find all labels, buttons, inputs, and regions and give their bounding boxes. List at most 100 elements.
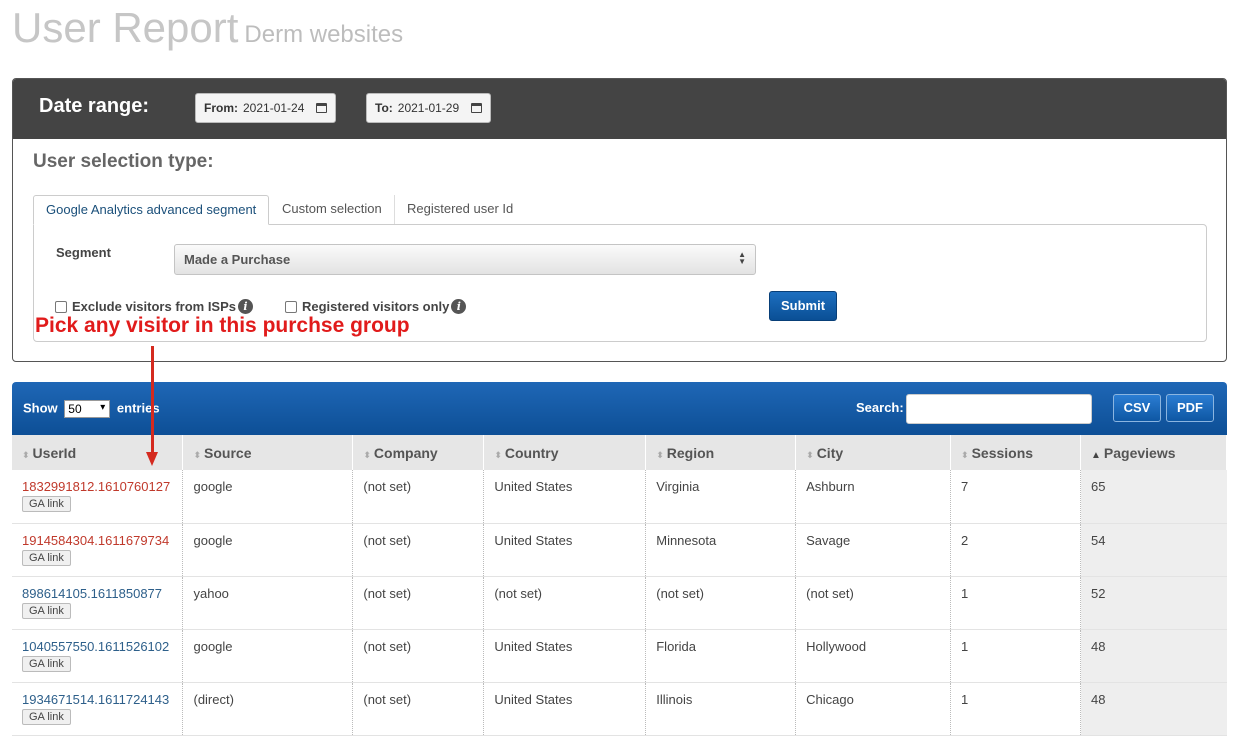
column-header-label: Region [666, 444, 715, 461]
column-header-source[interactable]: ⬍ Source [182, 435, 354, 470]
annotation-arrow-head-icon [146, 452, 158, 466]
cell-country: United States [483, 682, 647, 736]
column-header-region[interactable]: ⬍ Region [645, 435, 797, 470]
table-row: 1832991812.1610760127 GA link google (not… [12, 470, 1227, 524]
show-label: Show [23, 400, 58, 416]
pdf-export-button[interactable]: PDF [1166, 394, 1214, 422]
segment-select-value: Made a Purchase [184, 252, 291, 267]
table-row: 1914584304.1611679734 GA link google (not… [12, 523, 1227, 577]
user-selection-heading: User selection type: [33, 151, 214, 172]
cell-region: Virginia [645, 470, 797, 524]
cell-city: Savage [795, 523, 952, 577]
exclude-isps-label: Exclude visitors from ISPs [72, 299, 237, 314]
column-header-pageviews[interactable]: ▲ Pageviews [1080, 435, 1227, 470]
to-date-field[interactable]: To: 2021-01-29 [366, 93, 492, 123]
sort-icon: ⬍ [494, 449, 502, 460]
cell-company: (not set) [352, 682, 485, 736]
calendar-icon[interactable] [471, 103, 483, 113]
cell-userid: 1914584304.1611679734 GA link [12, 523, 184, 577]
cell-pageviews: 65 [1080, 470, 1227, 524]
cell-country: (not set) [483, 576, 647, 630]
table-row: 898614105.1611850877 GA link yahoo (not s… [12, 576, 1227, 630]
column-header-country[interactable]: ⬍ Country [483, 435, 647, 470]
cell-source: google [182, 629, 354, 683]
cell-company: (not set) [352, 470, 485, 524]
from-date-value: 2021-01-24 [243, 101, 305, 115]
sort-icon: ⬍ [363, 449, 371, 460]
tab-custom-selection[interactable]: Custom selection [270, 195, 394, 225]
cell-city: Ashburn [795, 470, 952, 524]
cell-region: (not set) [645, 576, 797, 630]
date-range-label: Date range: [39, 95, 150, 117]
column-header-label: Sessions [971, 444, 1034, 461]
from-date-label: From: [204, 101, 238, 115]
column-header-company[interactable]: ⬍ Company [352, 435, 485, 470]
to-date-label: To: [375, 101, 393, 115]
cell-country: United States [483, 523, 647, 577]
column-header-label: Pageviews [1103, 444, 1176, 461]
tab-ga-advanced-segment[interactable]: Google Analytics advanced segment [33, 195, 270, 225]
entries-value: 50 [68, 402, 82, 416]
cell-country: United States [483, 629, 647, 683]
cell-sessions: 1 [950, 576, 1081, 630]
csv-export-button[interactable]: CSV [1113, 394, 1161, 422]
segment-select[interactable]: Made a Purchase ▲ ▼ [174, 244, 756, 275]
exclude-isps-checkbox[interactable]: Exclude visitors from ISPs i [55, 299, 254, 314]
cell-city: Chicago [795, 682, 952, 736]
table-row: 1934671514.1611724143 GA link (direct) (n… [12, 682, 1227, 736]
ga-link-button[interactable]: GA link [22, 549, 71, 566]
registered-only-checkbox[interactable]: Registered visitors only i [285, 299, 467, 314]
cell-company: (not set) [352, 523, 485, 577]
userid-link[interactable]: 1934671514.1611724143 [22, 692, 172, 707]
search-label: Search: [856, 400, 904, 415]
submit-button[interactable]: Submit [769, 291, 837, 321]
cell-sessions: 7 [950, 470, 1081, 524]
checkbox-box[interactable] [55, 300, 67, 313]
column-header-sessions[interactable]: ⬍ Sessions [950, 435, 1081, 470]
userid-link[interactable]: 898614105.1611850877 [22, 586, 172, 601]
ga-link-button[interactable]: GA link [22, 496, 71, 512]
column-header-label: Source [204, 444, 252, 461]
cell-region: Minnesota [645, 523, 797, 577]
date-range-bar: Date range: From: 2021-01-24 To: 2021-01… [13, 79, 1226, 139]
cell-pageviews: 52 [1080, 576, 1227, 630]
column-header-label: UserId [32, 444, 77, 461]
info-icon[interactable]: i [238, 299, 254, 314]
ga-link-button[interactable]: GA link [22, 708, 71, 725]
tab-registered-user-id[interactable]: Registered user Id [394, 195, 525, 225]
ga-link-button[interactable]: GA link [22, 655, 71, 672]
cell-pageviews: 48 [1080, 629, 1227, 683]
show-entries: Show 50 ▾ entries [23, 400, 160, 418]
cell-source: google [182, 523, 354, 577]
registered-only-label: Registered visitors only [302, 299, 450, 314]
sort-icon: ⬍ [193, 449, 202, 460]
column-header-city[interactable]: ⬍ City [795, 435, 952, 470]
search-input[interactable] [906, 394, 1092, 424]
cell-userid: 1934671514.1611724143 GA link [12, 682, 184, 736]
from-date-field[interactable]: From: 2021-01-24 [195, 93, 337, 123]
cell-userid: 1832991812.1610760127 GA link [12, 470, 184, 524]
cell-pageviews: 48 [1080, 682, 1227, 736]
cell-userid: 1040557550.1611526102 GA link [12, 629, 184, 683]
column-header-label: Company [373, 444, 438, 461]
cell-region: Illinois [645, 682, 797, 736]
page-title-text: User Report [12, 4, 239, 51]
cell-city: Hollywood [795, 629, 952, 683]
ga-link-button[interactable]: GA link [22, 602, 71, 619]
checkbox-box[interactable] [285, 300, 297, 313]
user-table: ⬍ UserId ⬍ Source ⬍ Company ⬍ Country ⬍ Regio… [12, 435, 1227, 736]
cell-country: United States [483, 470, 647, 524]
segment-label: Segment [56, 245, 111, 260]
cell-source: (direct) [182, 682, 354, 736]
table-controls-bar: Show 50 ▾ entries Search: CSV PDF [12, 382, 1227, 435]
cell-source: google [182, 470, 354, 524]
info-icon[interactable]: i [451, 299, 467, 314]
cell-userid: 898614105.1611850877 GA link [12, 576, 184, 630]
calendar-icon[interactable] [316, 103, 328, 113]
userid-link[interactable]: 1040557550.1611526102 [22, 639, 172, 654]
userid-link[interactable]: 1832991812.1610760127 [22, 479, 172, 494]
entries-select[interactable]: 50 ▾ [64, 400, 111, 418]
userid-link[interactable]: 1914584304.1611679734 [22, 533, 172, 548]
page-subtitle: Derm websites [244, 21, 404, 48]
page-title: User Report Derm websites [12, 4, 403, 52]
